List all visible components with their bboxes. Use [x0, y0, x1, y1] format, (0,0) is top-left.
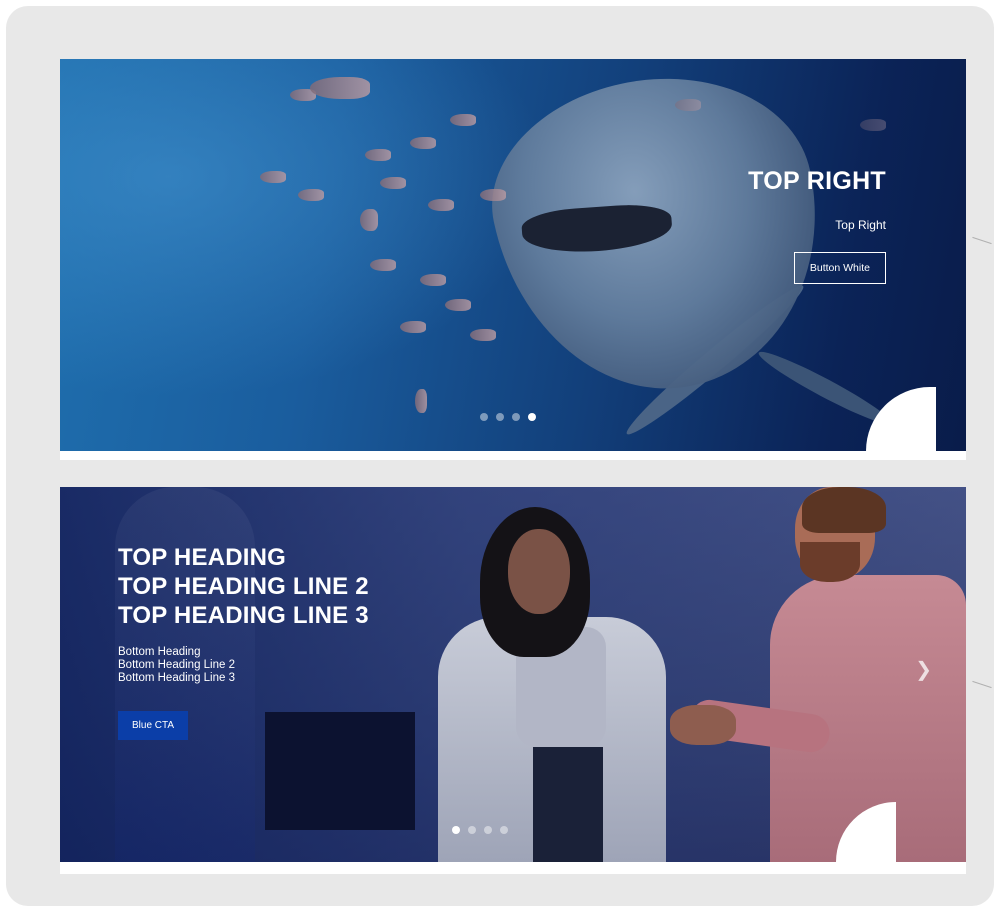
- hero-text-top-right: TOP RIGHT Top Right Button White: [748, 167, 886, 284]
- carousel-dots: [480, 413, 536, 421]
- fish-shape: [470, 329, 496, 341]
- woman-figure: [438, 507, 666, 862]
- carousel-dots: [452, 826, 508, 834]
- top-heading-line-3: TOP HEADING LINE 3: [118, 602, 369, 629]
- carousel-dot[interactable]: [496, 413, 504, 421]
- top-heading-line-2: TOP HEADING LINE 2: [118, 573, 369, 600]
- slide-bottom-strip: [60, 862, 966, 874]
- hero-heading: TOP RIGHT: [748, 167, 886, 195]
- carousel-dot[interactable]: [480, 413, 488, 421]
- hair-shape: [802, 487, 886, 533]
- slide-bottom-strip: [60, 451, 966, 460]
- fish-shape: [450, 114, 476, 126]
- hero-text-left: TOP HEADING TOP HEADING LINE 2 TOP HEADI…: [118, 543, 369, 740]
- fish-shape: [380, 177, 406, 189]
- bottom-heading-line-2: Bottom Heading Line 2: [118, 659, 235, 671]
- carousel-dot[interactable]: [484, 826, 492, 834]
- bottom-heading-line-3: Bottom Heading Line 3: [118, 672, 235, 684]
- button-white[interactable]: Button White: [793, 252, 886, 284]
- skirt-shape: [533, 747, 603, 862]
- hero-slide-shark: TOP RIGHT Top Right Button White: [60, 59, 966, 451]
- carousel-dot-active[interactable]: [452, 826, 460, 834]
- chevron-right-icon[interactable]: ❯: [915, 657, 932, 681]
- fish-shape: [420, 274, 446, 286]
- fish-shape: [415, 389, 427, 413]
- hero-subheading: Top Right: [835, 218, 886, 232]
- face-shape: [508, 529, 570, 614]
- fish-shape: [260, 171, 286, 183]
- carousel-dot[interactable]: [500, 826, 508, 834]
- handshake-shape: [670, 705, 736, 745]
- bottom-heading-block: Bottom Heading Bottom Heading Line 2 Bot…: [118, 646, 369, 685]
- hero-slide-handshake: TOP HEADING TOP HEADING LINE 2 TOP HEADI…: [60, 487, 966, 862]
- carousel-dot[interactable]: [468, 826, 476, 834]
- carousel-dot[interactable]: [512, 413, 520, 421]
- carousel-dot-active[interactable]: [528, 413, 536, 421]
- fish-shape: [860, 119, 886, 131]
- fish-shape: [480, 189, 506, 201]
- fish-shape: [675, 99, 701, 111]
- beard-shape: [800, 542, 860, 582]
- decorative-wave-shape: [866, 387, 936, 451]
- man-figure: [688, 487, 966, 862]
- fish-shape: [310, 77, 370, 99]
- fish-shape: [298, 189, 324, 201]
- fish-shape: [400, 321, 426, 333]
- fish-shape: [370, 259, 396, 271]
- top-heading-line-1: TOP HEADING: [118, 544, 287, 571]
- fish-shape: [445, 299, 471, 311]
- bottom-heading-line-1: Bottom Heading: [118, 646, 201, 658]
- fish-shape: [410, 137, 436, 149]
- fish-shape: [360, 209, 378, 231]
- fish-shape: [428, 199, 454, 211]
- fish-shape: [365, 149, 391, 161]
- blue-cta-button[interactable]: Blue CTA: [118, 711, 189, 740]
